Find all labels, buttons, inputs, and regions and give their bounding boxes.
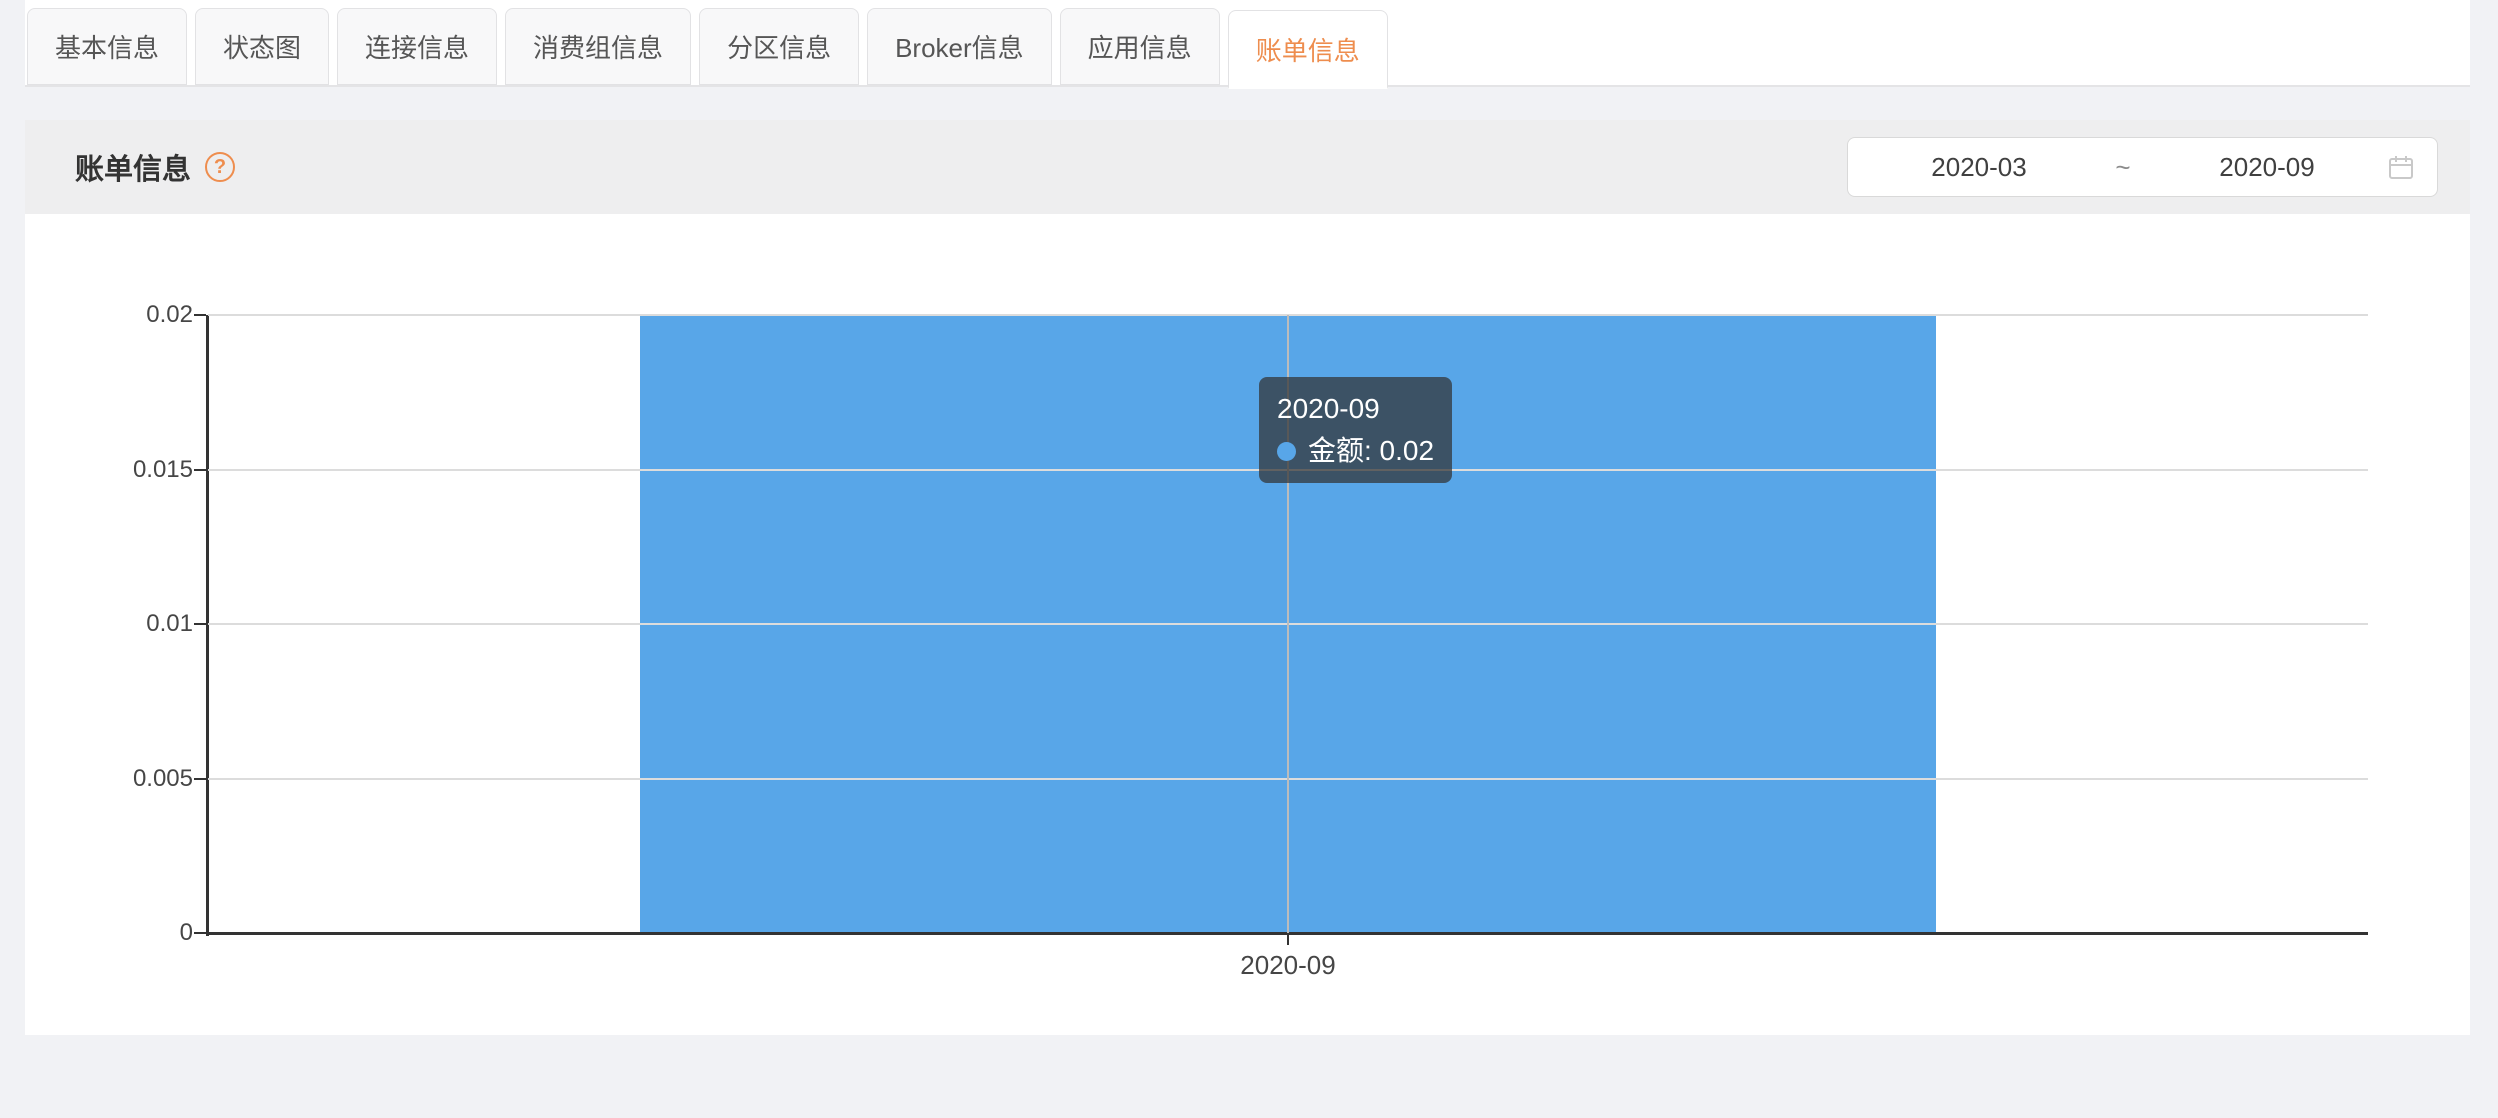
billing-panel-header: 账单信息 ? 2020-03 ~ 2020-09 [25,120,2470,214]
y-axis-label: 0 [25,918,193,948]
tab-app-info[interactable]: 应用信息 [1060,8,1220,85]
y-axis-tick [194,314,206,316]
y-axis-tick [194,469,206,471]
y-axis-line [206,315,209,936]
tab-connection-info[interactable]: 连接信息 [337,8,497,85]
range-separator: ~ [2088,152,2158,183]
y-axis-label: 0.01 [25,609,193,639]
range-end-input[interactable]: 2020-09 [2158,152,2376,183]
tab-basic-info[interactable]: 基本信息 [27,8,187,85]
y-axis-tick [194,623,206,625]
tab-list: 基本信息 状态图 连接信息 消费组信息 分区信息 Broker信息 应用信息 账… [25,0,2470,87]
tooltip-title: 2020-09 [1277,391,1434,427]
chart-tooltip: 2020-09 金额: 0.02 [1259,377,1452,483]
y-axis-tick [194,932,206,934]
x-axis-label: 2020-09 [1138,950,1438,981]
bar-chart: 0.02 0.015 0.01 0.005 0 2020-09 2020-09 金额: … [25,214,2470,1035]
y-axis-tick [194,778,206,780]
y-axis-label: 0.02 [25,300,193,330]
tooltip-series-value: 金额: 0.02 [1308,433,1434,469]
question-circle-icon[interactable]: ? [205,152,235,182]
tab-consumer-group-info[interactable]: 消费组信息 [505,8,691,85]
tab-bar: 基本信息 状态图 连接信息 消费组信息 分区信息 Broker信息 应用信息 账… [25,0,2470,87]
tooltip-series-row: 金额: 0.02 [1277,433,1434,469]
y-axis-label: 0.015 [25,455,193,485]
calendar-icon[interactable] [2387,153,2415,181]
month-range-picker[interactable]: 2020-03 ~ 2020-09 [1847,137,2438,197]
tab-partition-info[interactable]: 分区信息 [699,8,859,85]
tab-status-chart[interactable]: 状态图 [195,8,329,85]
page-title: 账单信息 [75,146,191,188]
y-axis-label: 0.005 [25,764,193,794]
tab-billing-info[interactable]: 账单信息 [1228,10,1388,89]
x-axis-tick [1287,933,1289,945]
billing-panel: 账单信息 ? 2020-03 ~ 2020-09 0.020.0150.010.… [25,120,2470,1035]
tab-broker-info[interactable]: Broker信息 [867,8,1052,85]
range-start-input[interactable]: 2020-03 [1870,152,2088,183]
series-dot-icon [1277,442,1296,461]
page: { "tabs": { "items": [ { "label": "基本信息"… [0,0,2498,1118]
